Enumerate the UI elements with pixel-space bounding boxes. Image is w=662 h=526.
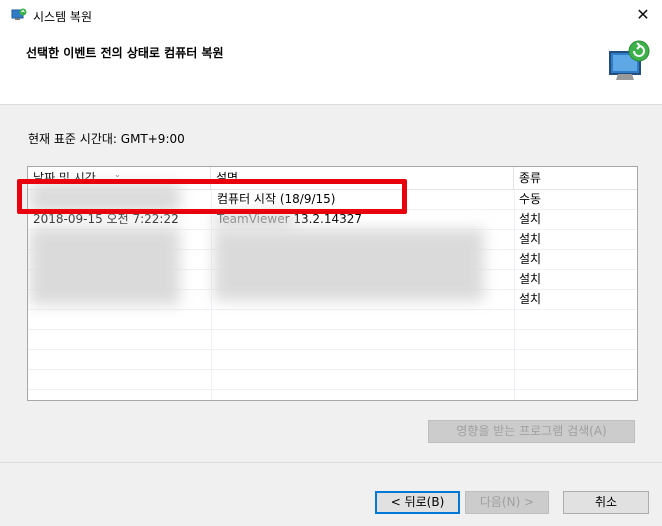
header-panel: 선택한 이벤트 전의 상태로 컴퓨터 복원 — [0, 30, 662, 105]
cell-type: 설치 — [519, 232, 542, 246]
redaction-blur — [30, 227, 180, 305]
back-button[interactable]: < 뒤로(B) — [375, 491, 460, 514]
table-row-empty — [28, 330, 637, 350]
system-restore-icon — [11, 8, 27, 20]
highlight-box — [17, 179, 407, 214]
footer-divider — [0, 462, 662, 463]
system-restore-large-icon — [609, 40, 650, 80]
title-bar: 시스템 복원 ✕ — [0, 0, 662, 30]
cell-type: 수동 — [519, 192, 542, 206]
column-header-type[interactable]: 종류 — [514, 167, 634, 189]
table-row-empty — [28, 310, 637, 330]
timezone-label: 현재 표준 시간대: GMT+9:00 — [28, 132, 185, 146]
cell-type: 설치 — [519, 212, 542, 226]
scan-affected-programs-button[interactable]: 영향을 받는 프로그램 검색(A) — [428, 420, 635, 443]
cell-type: 설치 — [519, 292, 542, 306]
cancel-button[interactable]: 취소 — [563, 491, 649, 514]
column-label: 종류 — [519, 171, 542, 185]
page-title: 선택한 이벤트 전의 상태로 컴퓨터 복원 — [26, 46, 224, 60]
next-button[interactable]: 다음(N) > — [465, 491, 549, 514]
cell-type: 설치 — [519, 272, 542, 286]
table-row-empty — [28, 370, 637, 390]
cell-type: 설치 — [519, 252, 542, 266]
table-row-empty — [28, 350, 637, 370]
window-title: 시스템 복원 — [33, 10, 93, 24]
close-icon[interactable]: ✕ — [632, 4, 654, 26]
redaction-blur — [214, 229, 484, 301]
